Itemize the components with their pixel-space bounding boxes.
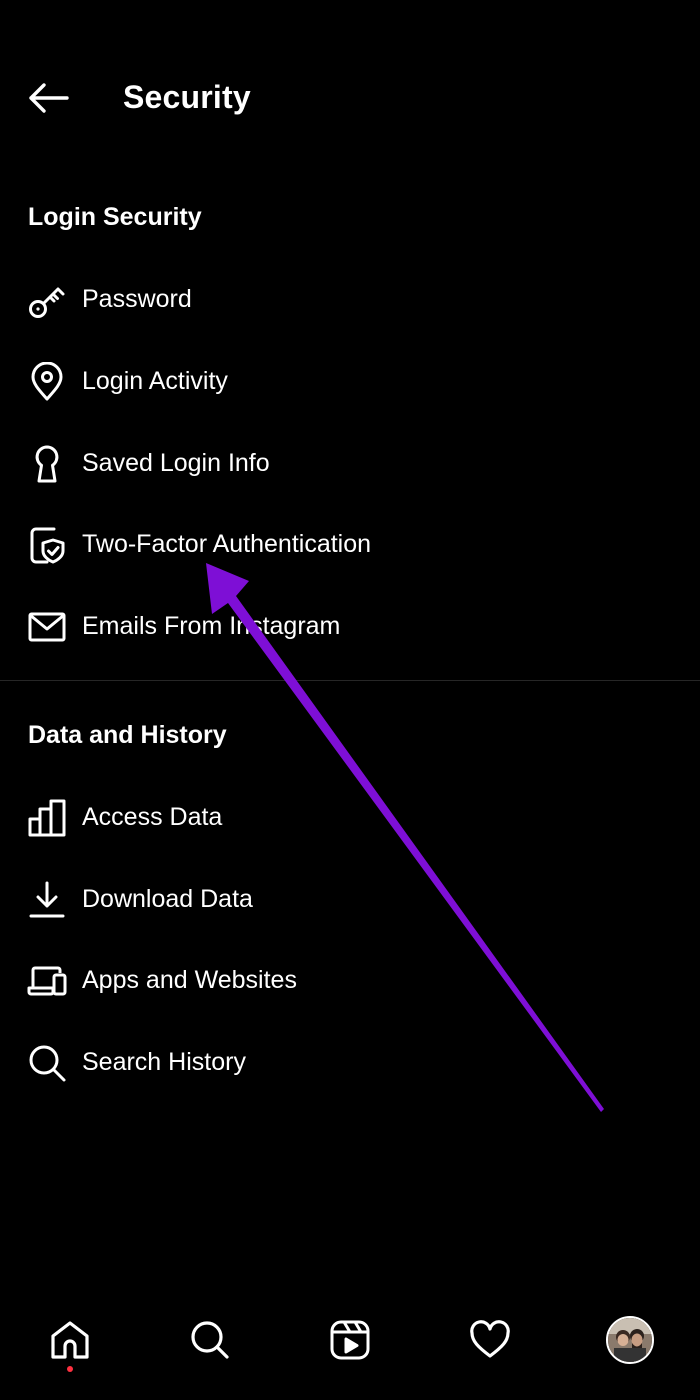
page-title: Security [123,79,251,115]
envelope-icon [26,606,68,648]
menu-item-label: Apps and Websites [82,966,297,994]
menu-item-label: Two-Factor Authentication [82,530,372,558]
menu-item-label: Login Activity [82,367,228,395]
menu-item-label: Saved Login Info [82,449,270,477]
section-title-data-and-history: Data and History [28,721,227,749]
nav-profile[interactable] [590,1300,670,1380]
menu-item-search-history[interactable]: Search History [0,1025,700,1099]
header: Security [0,0,700,195]
menu-item-access-data[interactable]: Access Data [0,780,700,854]
menu-item-label: Password [82,285,192,313]
home-icon [51,1321,89,1359]
key-icon [26,279,68,321]
menu-item-apps-and-websites[interactable]: Apps and Websites [0,943,700,1017]
bottom-navigation [0,1290,700,1400]
search-icon [191,1321,229,1359]
menu-item-login-activity[interactable]: Login Activity [0,344,700,418]
menu-item-saved-login-info[interactable]: Saved Login Info [0,426,700,500]
location-pin-icon [26,361,68,403]
reels-icon [330,1320,370,1360]
menu-item-label: Access Data [82,803,223,831]
menu-item-emails-from-instagram[interactable]: Emails From Instagram [0,589,700,663]
menu-item-label: Emails From Instagram [82,612,341,640]
notification-dot [67,1366,73,1372]
menu-item-label: Download Data [82,885,253,913]
bar-chart-icon [26,797,68,839]
nav-search[interactable] [170,1300,250,1380]
heart-icon [470,1320,510,1358]
menu-item-label: Search History [82,1048,246,1076]
arrow-left-icon [29,83,69,113]
avatar [606,1316,654,1364]
section-title-login-security: Login Security [28,203,202,231]
download-icon [26,879,68,921]
menu-item-download-data[interactable]: Download Data [0,862,700,936]
devices-icon [26,960,68,1002]
search-icon [26,1042,68,1084]
back-button[interactable] [22,72,74,124]
section-divider [0,680,700,681]
shield-check-icon [26,524,68,566]
menu-item-password[interactable]: Password [0,262,700,336]
nav-activity[interactable] [450,1300,530,1380]
keyhole-icon [26,443,68,485]
nav-reels[interactable] [310,1300,390,1380]
nav-home[interactable] [30,1300,110,1380]
menu-item-two-factor-authentication[interactable]: Two-Factor Authentication [0,507,700,581]
